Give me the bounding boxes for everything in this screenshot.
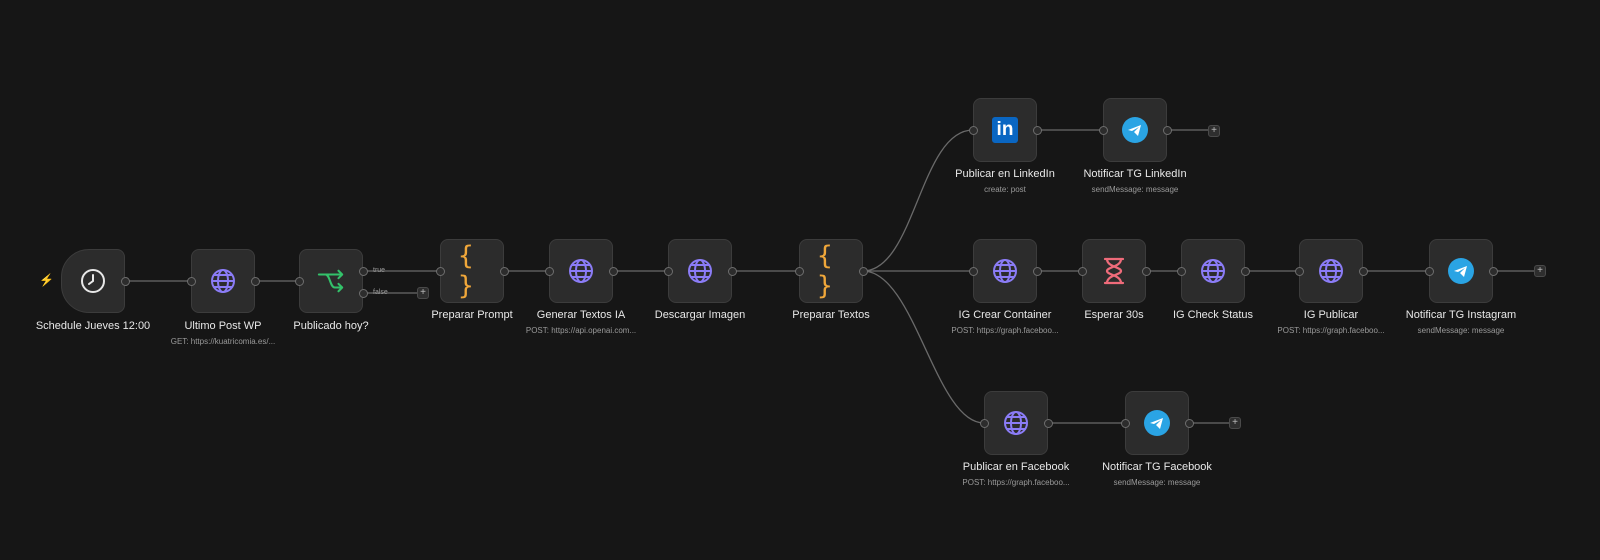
node-descargar-imagen[interactable] — [668, 239, 732, 303]
connection-port[interactable] — [968, 125, 978, 135]
connection-port[interactable] — [1032, 266, 1042, 276]
globe-icon — [991, 257, 1019, 285]
globe-icon — [686, 257, 714, 285]
globe-icon — [1317, 257, 1345, 285]
connection-port[interactable] — [1240, 266, 1250, 276]
connection-port[interactable] — [1098, 125, 1108, 135]
node-ig-check-status[interactable] — [1181, 239, 1245, 303]
branch-true-label: true — [373, 267, 386, 274]
globe-icon — [1199, 257, 1227, 285]
branch-false-label: false — [373, 289, 388, 296]
node-preparar-prompt[interactable]: { } — [440, 239, 504, 303]
connection-port[interactable] — [1176, 266, 1186, 276]
node-ig-publicar[interactable] — [1299, 239, 1363, 303]
connection-port[interactable] — [663, 266, 673, 276]
connection-port[interactable] — [1043, 418, 1053, 428]
connection-port[interactable] — [186, 276, 196, 286]
node-publicado-hoy[interactable] — [299, 249, 363, 313]
node-notificar-tg-linkedin[interactable] — [1103, 98, 1167, 162]
if-branch-icon — [317, 267, 345, 295]
telegram-icon — [1144, 410, 1170, 436]
trigger-bolt-icon: ⚡ — [39, 273, 54, 287]
connection-port[interactable] — [1488, 266, 1498, 276]
connection-curve — [862, 129, 974, 272]
node-subtitle: sendMessage: message — [1113, 478, 1201, 487]
connection-port[interactable] — [250, 276, 260, 286]
node-schedule[interactable] — [61, 249, 125, 313]
code-braces-icon: { } — [817, 241, 835, 301]
telegram-icon — [1122, 117, 1148, 143]
add-node-button[interactable]: + — [1208, 125, 1220, 137]
connection-port[interactable] — [1077, 266, 1087, 276]
node-subtitle: POST: https://graph.faceboo... — [951, 326, 1059, 335]
node-ig-crear-container[interactable] — [973, 239, 1037, 303]
connection-port[interactable] — [358, 266, 368, 276]
node-label: Publicado hoy? — [293, 320, 369, 332]
hourglass-icon — [1100, 257, 1128, 285]
connection-port[interactable] — [727, 266, 737, 276]
connection-port[interactable] — [1358, 266, 1368, 276]
globe-icon — [1002, 409, 1030, 437]
connection-port[interactable] — [979, 418, 989, 428]
connection-port[interactable] — [968, 266, 978, 276]
node-ultimo-post-wp[interactable] — [191, 249, 255, 313]
connection-port[interactable] — [1162, 125, 1172, 135]
add-node-button[interactable]: + — [417, 287, 429, 299]
connection-port[interactable] — [358, 288, 368, 298]
node-label: Notificar TG LinkedIn — [1083, 168, 1187, 180]
connection-port[interactable] — [120, 276, 130, 286]
connection-port[interactable] — [1032, 125, 1042, 135]
node-label: Notificar TG Facebook — [1102, 461, 1212, 473]
node-subtitle: GET: https://kuatricomia.es/... — [170, 337, 276, 346]
node-publicar-linkedin[interactable]: in — [973, 98, 1037, 162]
node-label: Notificar TG Instagram — [1405, 309, 1517, 321]
node-subtitle: POST: https://api.openai.com... — [525, 326, 637, 335]
telegram-icon — [1448, 258, 1474, 284]
node-generar-textos-ia[interactable] — [549, 239, 613, 303]
add-node-button[interactable]: + — [1534, 265, 1546, 277]
connection-port[interactable] — [499, 266, 509, 276]
connection-port[interactable] — [858, 266, 868, 276]
node-preparar-textos[interactable]: { } — [799, 239, 863, 303]
node-notificar-tg-facebook[interactable] — [1125, 391, 1189, 455]
code-braces-icon: { } — [458, 241, 476, 301]
connection-port[interactable] — [544, 266, 554, 276]
connection-curve — [862, 270, 985, 424]
node-esperar-30s[interactable] — [1082, 239, 1146, 303]
connection-port[interactable] — [294, 276, 304, 286]
add-node-button[interactable]: + — [1229, 417, 1241, 429]
connection-port[interactable] — [1120, 418, 1130, 428]
connection-port[interactable] — [608, 266, 618, 276]
connection-port[interactable] — [1424, 266, 1434, 276]
node-subtitle: sendMessage: message — [1091, 185, 1179, 194]
node-subtitle: sendMessage: message — [1417, 326, 1505, 335]
connection-port[interactable] — [1141, 266, 1151, 276]
connection-port[interactable] — [1294, 266, 1304, 276]
linkedin-icon: in — [992, 117, 1018, 143]
clock-icon — [79, 267, 107, 295]
node-publicar-facebook[interactable] — [984, 391, 1048, 455]
node-label: Preparar Textos — [792, 309, 870, 321]
connection-port[interactable] — [435, 266, 445, 276]
globe-icon — [567, 257, 595, 285]
globe-icon — [209, 267, 237, 295]
connection-port[interactable] — [1184, 418, 1194, 428]
node-notificar-tg-instagram[interactable] — [1429, 239, 1493, 303]
connection-port[interactable] — [794, 266, 804, 276]
